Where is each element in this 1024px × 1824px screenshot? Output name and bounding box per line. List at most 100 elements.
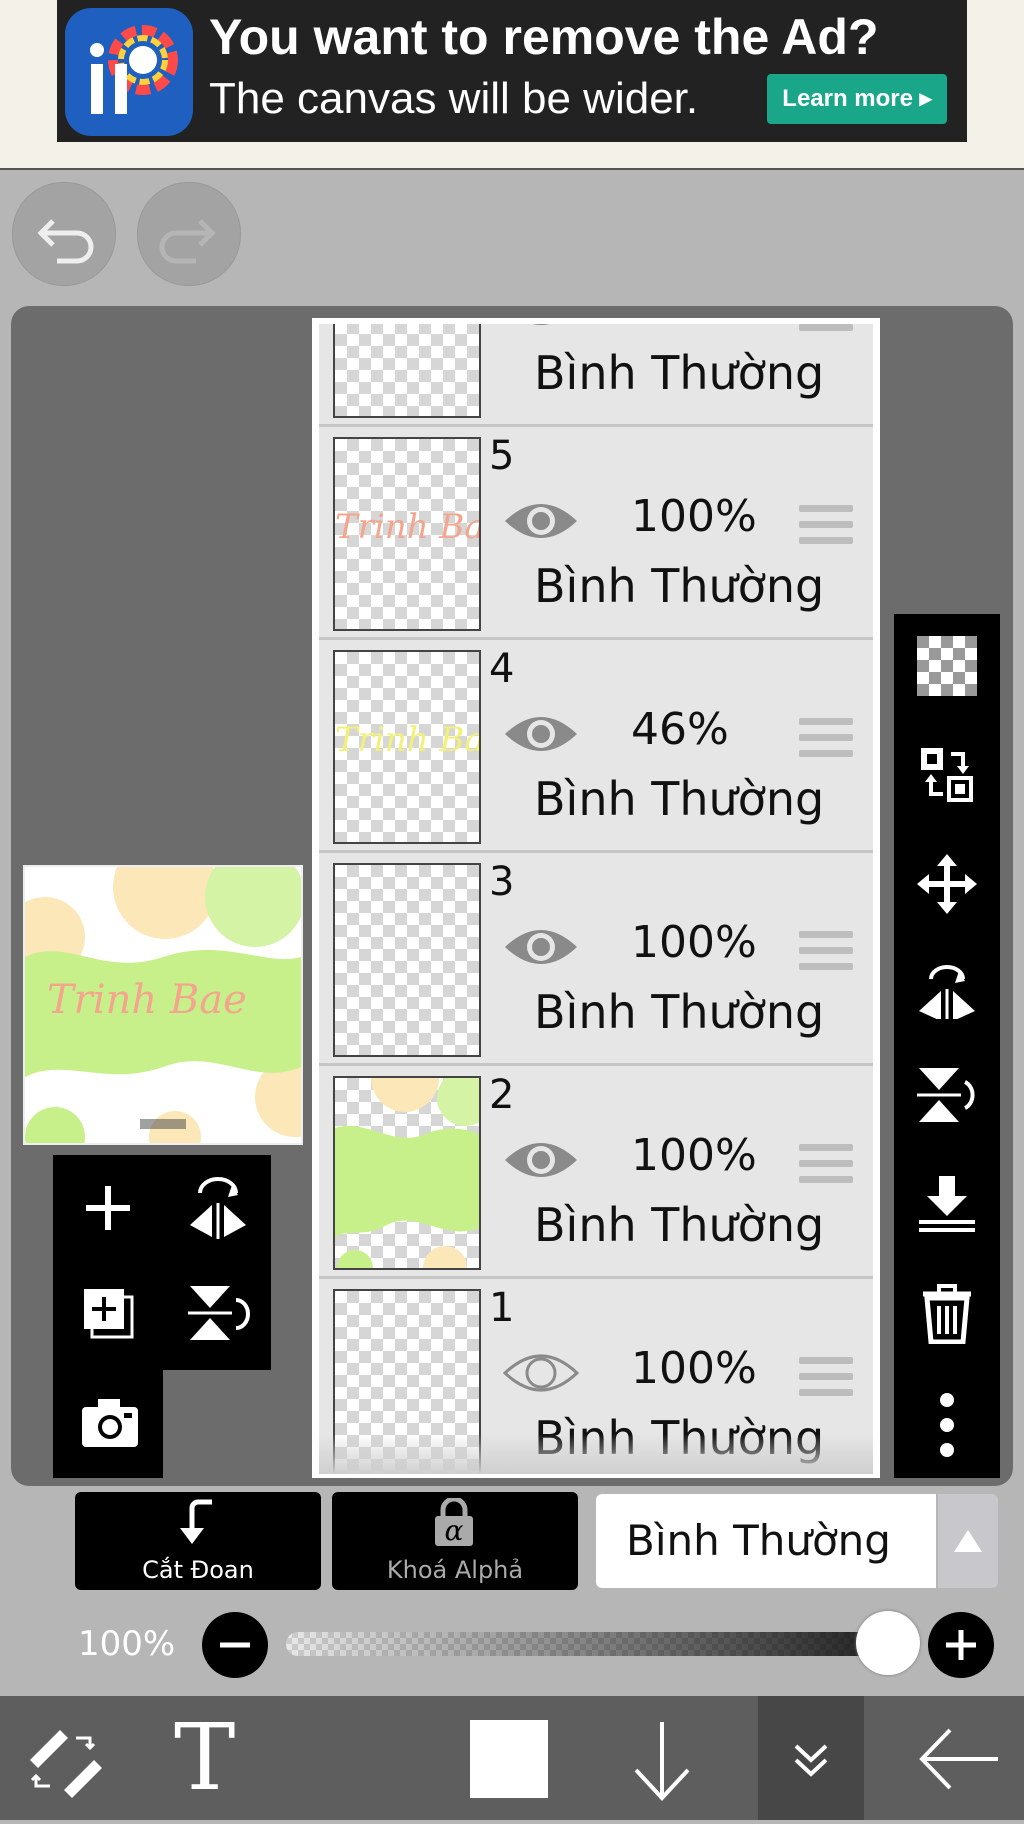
layer-opacity: 100% [631,1343,757,1394]
camera-icon [82,1399,138,1447]
layer-panel-button[interactable] [758,1696,864,1820]
layer-blend-mode: Bình Thường [534,772,825,826]
alpha-symbol: α [444,1514,464,1547]
layer-row[interactable]: Trinh Bae4 46% Bình Thường [319,640,873,853]
clipping-button[interactable]: Cắt Đoan [75,1492,321,1590]
swap-layer-button[interactable] [917,744,977,804]
alpha-lock-label: Khoá Alphả [386,1556,524,1584]
checkerboard-icon [917,636,977,696]
layer-row[interactable]: 100% Bình Thường [319,324,873,427]
move-icon [917,854,977,914]
more-options-button[interactable] [917,1392,977,1457]
flip-vertical-icon [188,1286,250,1340]
duplicate-layer-icon [84,1289,134,1339]
opacity-increase-button[interactable] [928,1612,994,1678]
merge-down-icon [919,1176,975,1232]
drag-handle-icon[interactable] [799,505,853,545]
add-layer-button[interactable] [80,1180,136,1236]
scroll-fade [319,1434,873,1474]
layer-move-down-button[interactable] [626,1716,698,1802]
minus-icon [220,1642,250,1648]
ibis-paint-logo-icon [65,8,193,136]
blend-mode-dropdown-button[interactable] [938,1494,998,1588]
drag-handle-icon[interactable] [799,931,853,971]
duplicate-layer-button[interactable] [80,1285,136,1341]
merge-down-button[interactable] [917,1174,977,1234]
text-tool-icon: T [174,1704,236,1811]
layer-opacity: 100% [631,1130,757,1181]
arrow-left-icon [919,1728,998,1790]
more-vertical-icon [940,1393,954,1457]
layer-opacity: 100% [631,324,757,329]
import-photo-button[interactable] [78,1395,142,1451]
right-layer-toolbar [894,614,1000,1478]
arrow-down-icon [634,1722,690,1801]
delete-layer-button[interactable] [917,1284,977,1345]
triangle-up-icon [954,1530,982,1552]
layer-thumbnail [333,863,481,1057]
back-button[interactable] [916,1724,1002,1794]
clipping-label: Cắt Đoan [142,1556,254,1584]
visibility-eye-icon[interactable] [501,493,581,549]
color-swatch-button[interactable] [470,1720,548,1798]
visibility-eye-icon[interactable] [501,1345,581,1401]
ad-banner[interactable]: You want to remove the Ad? The canvas wi… [57,0,967,142]
move-layer-button[interactable] [917,854,977,914]
flip-vertical-icon [917,1068,975,1122]
visibility-eye-icon[interactable] [501,1132,581,1188]
layer-blend-mode: Bình Thường [534,559,825,613]
canvas-preview[interactable]: Trinh Bae [23,865,303,1145]
flip-layer-vertical-button[interactable] [186,1280,250,1344]
lock-icon: α [431,1496,477,1547]
redo-icon [159,219,216,264]
ad-banner-area: You want to remove the Ad? The canvas wi… [0,0,1024,170]
brush-eraser-toggle-button[interactable] [24,1720,104,1800]
learn-more-button[interactable]: Learn more ▸ [767,74,947,124]
transparent-fill-button[interactable] [917,636,977,696]
opacity-decrease-button[interactable] [202,1612,268,1678]
layer-list[interactable]: 100%Bình Thường Trinh Bae5100%Bình Thườn… [312,318,880,1478]
layer-row[interactable]: 2 100% Bình Thường [319,1066,873,1279]
visibility-eye-icon[interactable] [501,706,581,762]
layer-blend-mode: Bình Thường [534,985,825,1039]
layer-number: 5 [489,433,515,479]
brush-eraser-icon [30,1730,102,1798]
layer-thumbnail: Trinh Bae [333,650,481,844]
layer-blend-mode: Bình Thường [534,1198,825,1252]
flip-vertical-button[interactable] [917,1064,977,1124]
thumbnail-text: Trinh Bae [335,507,479,547]
flip-horizontal-icon [190,1177,246,1239]
opacity-slider-thumb[interactable] [856,1611,920,1675]
visibility-eye-icon[interactable] [501,324,581,336]
alpha-lock-button[interactable]: α Khoá Alphả [332,1492,578,1590]
text-tool-button[interactable]: T [174,1710,254,1806]
layer-row[interactable]: Trinh Bae5 100% Bình Thường [319,427,873,640]
layer-thumbnail: Trinh Bae [333,437,481,631]
drag-handle-icon[interactable] [799,1357,853,1397]
swap-icon [921,748,973,802]
blend-mode-selector[interactable]: Bình Thường [596,1494,936,1588]
layer-row[interactable]: 3 100% Bình Thường [319,853,873,1066]
layer-thumbnail [333,324,481,418]
drag-handle-icon[interactable] [799,718,853,758]
double-chevron-down-icon [794,1744,828,1777]
drag-handle-icon[interactable] [799,1144,853,1184]
layer-thumbnail [333,1076,481,1270]
layer-blend-mode: Bình Thường [534,346,825,400]
bottom-toolbar: T [0,1696,1024,1820]
ad-subtitle: The canvas will be wider. [209,74,699,123]
layer-opacity: 100% [631,491,757,542]
thumbnail-text: Trinh Bae [335,720,479,760]
flip-layer-horizontal-button[interactable] [186,1175,250,1239]
drag-handle-icon[interactable] [799,324,853,332]
opacity-slider[interactable] [286,1632,886,1656]
preview-title-text: Trinh Bae [47,977,247,1023]
undo-button[interactable] [12,182,116,286]
flip-horizontal-icon [919,965,975,1021]
redo-button[interactable] [137,182,241,286]
visibility-eye-icon[interactable] [501,919,581,975]
flip-horizontal-button[interactable] [917,959,977,1021]
layer-number: 4 [489,646,515,692]
clipping-arrow-icon [180,1499,212,1544]
layer-opacity: 100% [631,917,757,968]
